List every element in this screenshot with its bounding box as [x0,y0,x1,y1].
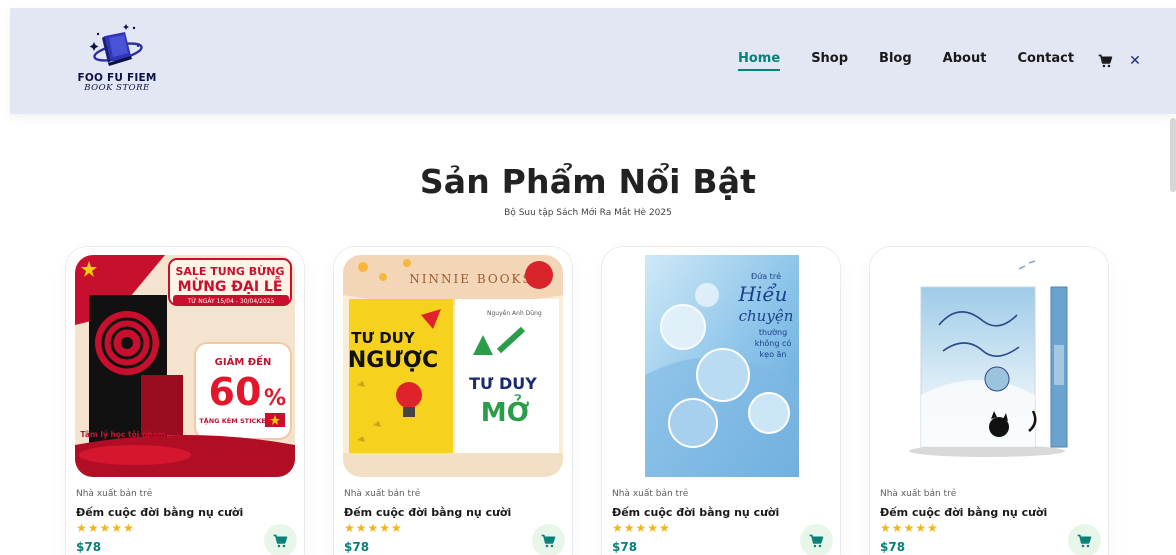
add-to-cart-button[interactable] [1068,524,1101,555]
add-to-cart-button[interactable] [800,524,833,555]
brand-subtitle: BOOK STORE [84,83,150,93]
cover-line-4: thường [759,327,787,337]
cover-line-6: kẹo ăn [760,350,787,359]
star-rating-icon: ★★★★★ [344,521,403,535]
nav-shop[interactable]: Shop [811,51,848,70]
left-book-title-1: TƯ DUY [351,329,416,347]
product-brand: Nhà xuất bản trẻ [612,489,689,499]
cart-icon[interactable] [1098,54,1113,68]
close-icon[interactable]: ✕ [1129,53,1141,69]
cover-line-2: Hiểu [737,282,787,306]
cart-icon [809,534,824,547]
section-title: Sản Phẩm Nổi Bật [419,162,757,201]
add-to-cart-button[interactable] [264,524,297,555]
promo-banner-line-2: MỪNG ĐẠI LỄ [178,276,283,295]
product-image[interactable]: Đứa trẻ Hiểu chuyện thường không có kẹo … [611,255,831,477]
product-brand: Nhà xuất bản trẻ [76,489,153,499]
add-to-cart-button[interactable] [532,524,565,555]
cover-line-5: không có [755,338,792,348]
cart-icon [273,534,288,547]
cart-icon [541,534,556,547]
star-rating-icon: ★★★★★ [76,521,135,535]
promo-banner-line-1: SALE TUNG BỪNG [175,265,284,278]
product-name[interactable]: Đếm cuộc đời bằng nụ cười [76,506,243,519]
discount-value: 60 [209,370,262,414]
svg-text:Nguyễn Anh Dũng: Nguyễn Anh Dũng [487,310,542,317]
product-brand: Nhà xuất bản trẻ [880,489,957,499]
gift-label: TẶNG KÈM STICKER [199,416,271,425]
product-brand: Nhà xuất bản trẻ [344,489,421,499]
product-card[interactable]: Nhà xuất bản trẻ Đếm cuộc đời bằng nụ cư… [869,246,1109,555]
star-rating-icon: ★★★★★ [612,521,671,535]
scrollbar-thumb[interactable] [1170,118,1176,192]
logo[interactable]: FOO FU FIEM BOOK STORE [72,22,162,100]
right-book-title-2: MỞ [481,392,530,428]
product-price: $78 [76,540,102,554]
product-price: $78 [344,540,370,554]
main-nav: Home Shop Blog About Contact ✕ [738,51,1141,71]
page: FOO FU FIEM BOOK STORE Home Shop Blog Ab… [0,0,1176,555]
product-card[interactable]: NINNIE BOOKS TƯ DUY NGƯỢC Nguyễn Anh Dũn… [333,246,573,555]
cover-line-1: Đứa trẻ [751,271,781,281]
product-image[interactable] [879,255,1099,477]
product-price: $78 [612,540,638,554]
product-price: $78 [880,540,906,554]
left-book-title-2: NGƯỢC [348,348,438,373]
promo-dates: TỪ NGÀY 15/04 - 30/04/2025 [187,298,275,305]
section-subtitle: Bộ Suu tập Sách Mới Ra Mắt Hè 2025 [504,208,672,218]
nav-home[interactable]: Home [738,51,781,71]
site-header: FOO FU FIEM BOOK STORE Home Shop Blog Ab… [10,8,1176,114]
product-image[interactable]: SALE TUNG BỪNG MỪNG ĐẠI LỄ TỪ NGÀY 15/04… [75,255,295,477]
product-name[interactable]: Đếm cuộc đời bằng nụ cười [880,506,1047,519]
nav-contact[interactable]: Contact [1017,51,1074,70]
cover-line-3: chuyện [739,307,794,325]
book-logo-icon [89,24,143,66]
product-card[interactable]: SALE TUNG BỪNG MỪNG ĐẠI LỄ TỪ NGÀY 15/04… [65,246,305,555]
right-book-title-1: TƯ DUY [469,374,537,393]
product-name[interactable]: Đếm cuộc đời bằng nụ cười [612,506,779,519]
discount-unit: % [264,386,286,411]
product-name[interactable]: Đếm cuộc đời bằng nụ cười [344,506,511,519]
product-image[interactable]: NINNIE BOOKS TƯ DUY NGƯỢC Nguyễn Anh Dũn… [343,255,563,477]
publisher-name: NINNIE BOOKS [409,272,532,286]
cart-icon [1077,534,1092,547]
product-card[interactable]: Đứa trẻ Hiểu chuyện thường không có kẹo … [601,246,841,555]
star-rating-icon: ★★★★★ [880,521,939,535]
nav-blog[interactable]: Blog [879,51,912,70]
nav-about[interactable]: About [943,51,987,70]
